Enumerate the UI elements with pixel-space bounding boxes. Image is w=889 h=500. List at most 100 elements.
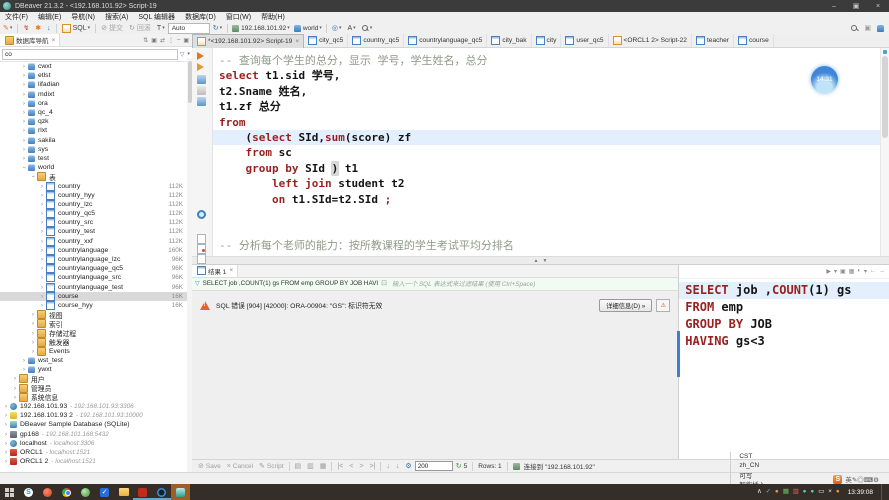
editor-tab[interactable]: city bbox=[532, 34, 562, 47]
menu-item[interactable]: 搜索(A) bbox=[100, 12, 133, 22]
tree-item[interactable]: › mdixt bbox=[0, 90, 192, 99]
expander-icon[interactable]: › bbox=[39, 274, 45, 281]
menu-item[interactable]: 帮助(H) bbox=[256, 12, 290, 22]
tree-item[interactable]: › ora bbox=[0, 99, 192, 108]
details-button[interactable]: 详细信息(D) » bbox=[599, 299, 652, 312]
expander-icon[interactable]: › bbox=[3, 412, 9, 419]
connection-select[interactable]: 192.168.101.92▾ bbox=[230, 23, 292, 34]
tree-item[interactable]: › 索引 bbox=[0, 319, 192, 328]
tree-item[interactable]: › 192.168.101.93 2 - 192.168.101.93:1000… bbox=[0, 411, 192, 420]
tray-icon[interactable]: ▦ bbox=[783, 489, 789, 495]
minimize-button[interactable]: – bbox=[823, 0, 845, 12]
auto-refresh-button[interactable]: ↻5 bbox=[453, 463, 471, 470]
statement-tool-icon[interactable]: → bbox=[879, 268, 885, 274]
expander-icon[interactable]: › bbox=[3, 458, 9, 465]
statement-code-area[interactable]: SELECT job ,COUNT(1) gsFROM empGROUP BY … bbox=[679, 279, 889, 459]
tree-item[interactable]: › ORCL1 - localhost:1521 bbox=[0, 448, 192, 457]
tree-item[interactable]: › 管理员 bbox=[0, 384, 192, 393]
tree-item[interactable]: › course 16K bbox=[0, 292, 192, 301]
taskbar-app-icon[interactable] bbox=[114, 484, 133, 500]
expander-icon[interactable]: › bbox=[21, 357, 27, 364]
expander-icon[interactable]: › bbox=[30, 174, 37, 180]
tree-item[interactable]: › localhost - localhost:3306 bbox=[0, 439, 192, 448]
tree-item[interactable]: › 存储过程 bbox=[0, 328, 192, 337]
menu-item[interactable]: 窗口(W) bbox=[221, 12, 256, 22]
expander-icon[interactable]: › bbox=[39, 293, 45, 300]
expander-icon[interactable]: › bbox=[21, 118, 27, 125]
save-button[interactable]: ⊘Save bbox=[195, 463, 224, 470]
tree-item[interactable]: › countrylanguage 160K bbox=[0, 246, 192, 255]
tree-item[interactable]: › wst_test bbox=[0, 356, 192, 365]
tree-item[interactable]: › ORCL1 2 - localhost:1521 bbox=[0, 457, 192, 466]
tree-item[interactable]: › Events bbox=[0, 347, 192, 356]
tree-item[interactable]: › country_hyy 112K bbox=[0, 191, 192, 200]
explain-plan-button[interactable] bbox=[197, 86, 206, 95]
toolbar-icon-a[interactable]: ↯ bbox=[20, 23, 32, 34]
tray-icon[interactable]: ✓ bbox=[766, 489, 771, 495]
results-filter-bar[interactable]: ▽ SELECT job ,COUNT(1) gs FROM emp GROUP… bbox=[192, 278, 678, 291]
rollback-button[interactable]: ↻回滚 bbox=[126, 23, 154, 34]
editor-tab[interactable]: countrylanguage_qc5 bbox=[404, 34, 487, 47]
expander-icon[interactable]: › bbox=[30, 339, 36, 346]
navigator-tool-icon[interactable]: ⋮ bbox=[168, 37, 174, 44]
tab-database-navigator[interactable]: 数据库导航 × bbox=[0, 34, 60, 46]
statement-tool-icon[interactable]: ▾ bbox=[834, 268, 837, 275]
navigator-tool-icon[interactable]: ⇄ bbox=[160, 37, 165, 44]
taskbar-app-icon[interactable] bbox=[0, 484, 19, 500]
tree-item[interactable]: › 视图 bbox=[0, 310, 192, 319]
close-icon[interactable]: × bbox=[52, 37, 56, 44]
database-select[interactable]: world▾ bbox=[292, 23, 324, 34]
fetch-size-input[interactable] bbox=[415, 461, 453, 471]
navigator-tool-icon[interactable]: ⇅ bbox=[143, 37, 148, 44]
tree-item[interactable]: › countrylanguage_qc5 96K bbox=[0, 264, 192, 273]
tree-item[interactable]: › 系统信息 bbox=[0, 393, 192, 402]
perspective-dbeaver-button[interactable] bbox=[874, 23, 889, 34]
expander-icon[interactable]: › bbox=[12, 385, 18, 392]
tree-item[interactable]: › country_xxf 112K bbox=[0, 237, 192, 246]
taskbar-app-icon[interactable] bbox=[57, 484, 76, 500]
transaction-mode-button[interactable]: T▾ bbox=[154, 23, 168, 34]
editor-tab[interactable]: user_qc5 bbox=[561, 34, 608, 47]
taskbar-app-icon[interactable] bbox=[152, 484, 171, 500]
menu-item[interactable]: 导航(N) bbox=[66, 12, 100, 22]
autocommit-select[interactable]: Auto bbox=[168, 23, 210, 34]
expander-icon[interactable]: › bbox=[30, 311, 36, 318]
expander-icon[interactable]: › bbox=[21, 146, 27, 153]
statement-tool-icon[interactable]: ▶ bbox=[826, 268, 831, 275]
expander-icon[interactable]: › bbox=[21, 100, 27, 107]
tray-icon[interactable]: ▭ bbox=[818, 489, 824, 495]
execute-script-button[interactable] bbox=[197, 63, 204, 71]
tree-item[interactable]: › 用户 bbox=[0, 374, 192, 383]
show-desktop-button[interactable] bbox=[881, 484, 885, 500]
tree-item[interactable]: › country 112K bbox=[0, 181, 192, 190]
tray-icon[interactable]: ∧ bbox=[757, 489, 762, 495]
expander-icon[interactable]: › bbox=[39, 247, 45, 254]
panel-view-button[interactable]: ▦ bbox=[317, 463, 330, 470]
expander-icon[interactable]: › bbox=[39, 201, 45, 208]
statement-tool-icon[interactable]: ▾ bbox=[864, 268, 867, 275]
tree-item[interactable]: › 触发器 bbox=[0, 338, 192, 347]
expander-icon[interactable]: › bbox=[30, 320, 36, 327]
tree-item[interactable]: › etlst bbox=[0, 71, 192, 80]
statement-tool-icon[interactable]: ← bbox=[870, 268, 876, 274]
statement-tool-icon[interactable]: ▣ bbox=[840, 268, 846, 275]
new-object-button[interactable]: ✎▾ bbox=[0, 23, 15, 34]
tab-results-1[interactable]: 结果 1 × bbox=[192, 265, 238, 277]
expander-icon[interactable]: › bbox=[39, 284, 45, 291]
tree-item[interactable]: › country_qc5 112K bbox=[0, 209, 192, 218]
tray-icon[interactable]: ● bbox=[803, 489, 807, 495]
expander-icon[interactable]: › bbox=[39, 192, 45, 199]
expander-icon[interactable]: › bbox=[21, 155, 27, 162]
open-perspective-button[interactable]: ▣ bbox=[861, 23, 874, 34]
collapse-down-icon[interactable]: ▼ bbox=[543, 258, 548, 264]
menu-item[interactable]: SQL 编辑器 bbox=[133, 12, 180, 22]
script-doc-icon[interactable] bbox=[197, 254, 206, 264]
expander-icon[interactable]: › bbox=[21, 91, 27, 98]
toolbar-icon-b[interactable]: ✱ bbox=[32, 23, 44, 34]
tray-icon[interactable]: × bbox=[828, 489, 832, 495]
tree-item[interactable]: › rlxt bbox=[0, 126, 192, 135]
taskbar-app-icon[interactable] bbox=[133, 484, 152, 500]
toolbar-icon-c[interactable]: ↓ bbox=[44, 23, 54, 34]
taskbar-app-icon[interactable] bbox=[76, 484, 95, 500]
editor-tab[interactable]: *<192.168.101.92> Script-19 × bbox=[192, 34, 304, 48]
